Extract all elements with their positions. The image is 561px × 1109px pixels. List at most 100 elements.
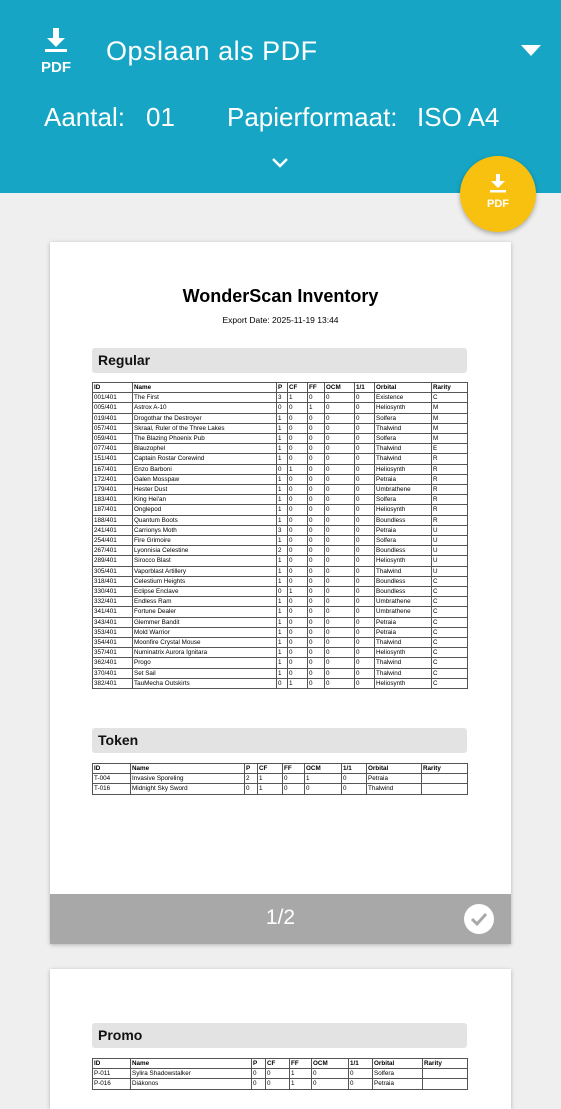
table-cell: 1 [289,1078,312,1090]
table-cell: 2 [276,545,288,557]
table-cell: Galen Mosspaw [132,473,277,486]
table-cell: 1 [287,392,308,404]
table-cell: The First [132,392,277,404]
table-cell: 3 [276,524,288,537]
preview-page-2[interactable]: Promo ID Name P CF FF OCM 1/1 Orbital Rarity P-0… [50,969,511,1109]
table-cell: 370/401 [92,667,133,679]
table-cell: 0 [324,433,355,445]
table-cell: 0 [307,606,325,618]
table-cell: Thalwind [374,453,432,465]
table-row: 343/401 Glemmer Bandit 1 0 0 0 0 Petraia C [92,616,468,628]
table-cell: 2 [244,773,258,785]
table-cell: Boundless [374,586,432,598]
table-cell: C [431,657,468,669]
page-selected-check-icon[interactable] [464,904,494,934]
table-cell: 1 [276,616,288,628]
table-cell: 0 [265,1068,290,1080]
table-cell: Sylira Shadowstalker [130,1068,252,1080]
chevron-down-icon[interactable] [521,45,541,56]
table-cell: 0 [307,596,325,608]
table-cell: Petraia [372,1078,423,1090]
preview-page-1[interactable]: WonderScan Inventory Export Date: 2025-1… [50,242,511,944]
table-cell: 0 [307,504,325,516]
table-cell: 188/401 [92,514,133,526]
table-cell: 0 [354,524,375,537]
table-cell: 0 [307,473,325,486]
table-cell: 0 [244,783,258,795]
table-row: 357/401 Numinatrix Aurora Ignitara 1 0 0 0 0 He… [92,647,468,659]
table-cell: 1 [257,783,283,795]
table-cell: 0 [307,514,325,526]
table-row: 005/401 Astrox A-10 0 0 1 0 0 Heliosynth M [92,402,468,414]
table-cell: U [431,565,468,577]
table-row: 318/401 Celestium Heights 1 0 0 0 0 Boundless C [92,575,468,588]
table-cell: 241/401 [92,524,133,537]
table-cell: 0 [354,433,375,445]
table-row: 330/401 Eclipse Enclave 0 1 0 0 0 Boundless C [92,586,468,598]
table-cell: 362/401 [92,657,133,669]
table-row: 332/401 Endless Ram 1 0 0 0 0 Umbrathene C [92,596,468,608]
table-cell: 187/401 [92,504,133,516]
promo-table: ID Name P CF FF OCM 1/1 Orbital Rarity P-011 Syli… [92,1057,468,1090]
table-cell: 0 [324,637,355,649]
table-cell: 0 [287,494,308,506]
table-cell: Thalwind [374,422,432,435]
table-cell: 343/401 [92,616,133,628]
table-cell: 0 [324,647,355,659]
table-cell: 0 [307,412,325,424]
table-cell: 0 [287,402,308,414]
table-cell: 1 [276,514,288,526]
table-cell: 183/401 [92,494,133,506]
table-cell: 1 [276,433,288,445]
table-cell: 1 [276,494,288,506]
table-cell: 0 [354,657,375,669]
copies-input[interactable]: 01 [146,102,175,133]
column-header: Rarity [422,1057,468,1070]
table-cell: 1 [257,773,283,785]
table-cell: 1 [276,626,288,639]
printer-select[interactable]: Opslaan als PDF [106,36,318,67]
table-cell: 0 [287,657,308,669]
column-header: P [244,762,258,775]
export-date: Export Date: 2025-11-19 13:44 [222,315,339,325]
save-pdf-button[interactable]: PDF [460,156,536,232]
table-cell: 0 [307,545,325,557]
table-cell: 0 [354,616,375,628]
table-cell: 0 [287,453,308,465]
table-cell: Heliosynth [374,402,432,414]
copies-label: Aantal: [44,102,125,132]
table-cell: Carrionys Moth [132,524,277,537]
column-header: Name [132,381,277,394]
table-cell: 0 [324,575,355,588]
column-header: ID [92,381,133,394]
table-cell: 0 [354,494,375,506]
table-cell: 0 [287,606,308,618]
table-cell: R [431,453,468,465]
table-cell: 0 [324,494,355,506]
table-cell: 1 [276,555,288,567]
table-cell: 0 [307,677,325,690]
table-cell: 0 [354,565,375,577]
table-cell: C [431,637,468,649]
document-title: WonderScan Inventory [182,286,379,306]
column-header: CF [265,1057,290,1070]
table-cell: 151/401 [92,453,133,465]
table-cell: 341/401 [92,606,133,618]
table-cell: Midnight Sky Sword [130,783,245,795]
table-cell: 0 [324,473,355,486]
table-cell: 0 [348,1068,373,1080]
table-cell: 1 [276,535,288,547]
table-cell: 1 [276,473,288,486]
table-cell: 1 [276,637,288,649]
table-cell: U [431,555,468,567]
paper-size-select[interactable]: ISO A4 [417,102,499,133]
column-header: ID [92,1057,131,1070]
table-row: 179/401 Hester Dust 1 0 0 0 0 Umbrathene R [92,484,468,496]
table-cell: T-004 [92,773,131,785]
table-cell: M [431,433,468,445]
table-cell: 0 [324,514,355,526]
column-header: Orbital [372,1057,423,1070]
expand-options-icon[interactable] [270,156,290,170]
table-cell: Drogothar the Destroyer [132,412,277,424]
table-cell [421,783,468,795]
